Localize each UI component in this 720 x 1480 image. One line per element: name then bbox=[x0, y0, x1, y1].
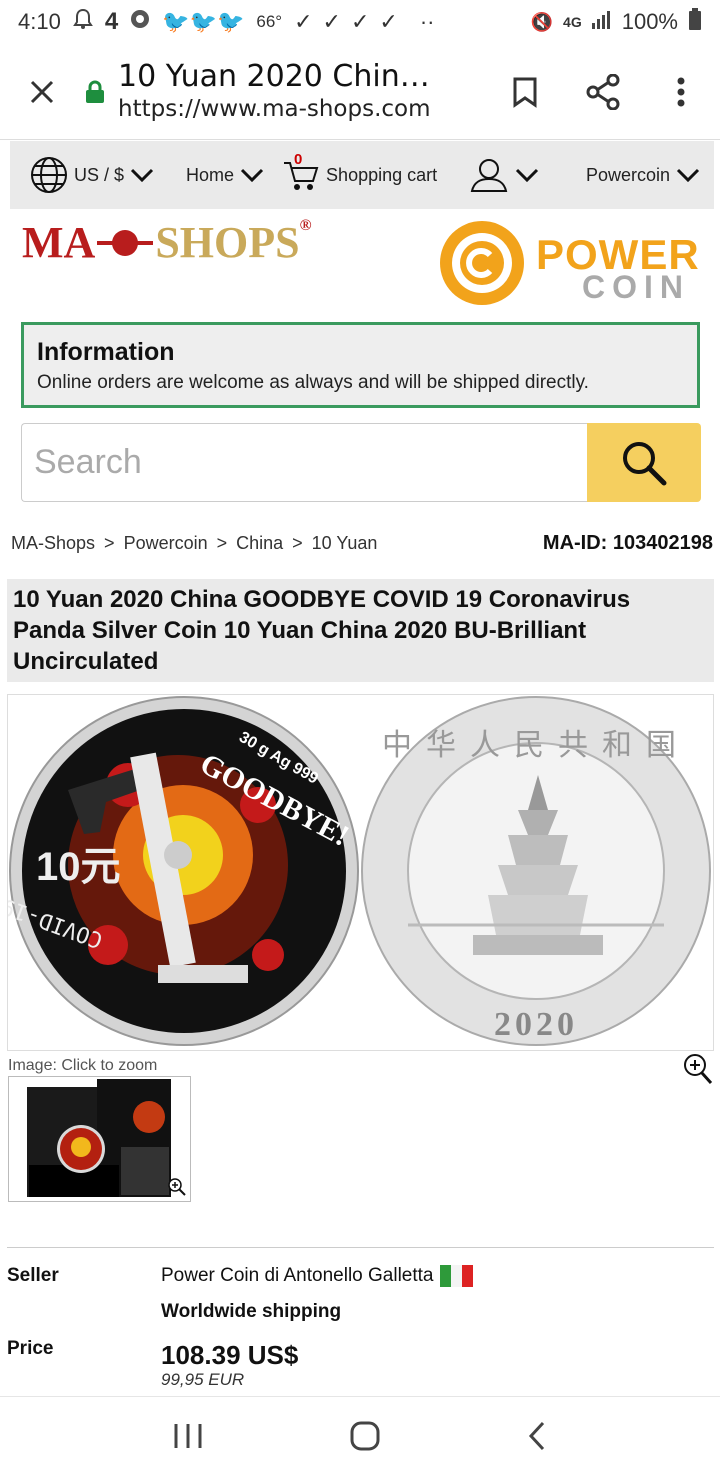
price-label: Price bbox=[7, 1338, 54, 1359]
home-menu[interactable]: Home bbox=[186, 165, 264, 186]
currency-label: US / $ bbox=[74, 164, 125, 185]
mute-icon: 🔇 bbox=[530, 11, 554, 32]
shopping-cart-link[interactable]: 0 Shopping cart bbox=[282, 151, 438, 193]
chrome-icon bbox=[130, 9, 150, 35]
breadcrumb-item[interactable]: Powercoin bbox=[124, 533, 208, 554]
price-usd: 108.39 US$ bbox=[161, 1340, 299, 1370]
home-label: Home bbox=[186, 164, 235, 185]
ma-shops-logo[interactable]: MA SHOPS ® bbox=[22, 217, 312, 268]
cart-label: Shopping cart bbox=[326, 164, 438, 185]
chevron-down-icon bbox=[240, 168, 264, 182]
product-image[interactable]: GOODBYE! 30 g Ag 999 10元 COVID-19 中华人民共和… bbox=[0, 694, 714, 1051]
search-bar bbox=[21, 423, 701, 502]
divider bbox=[7, 1247, 714, 1248]
globe-icon bbox=[31, 157, 67, 193]
price-row: Price 108.39 US$ 99,95 EUR bbox=[7, 1338, 714, 1394]
zoom-hint: Image: Click to zoom bbox=[8, 1057, 158, 1074]
shop-label: Powercoin bbox=[585, 164, 670, 185]
system-nav-bar bbox=[0, 1396, 720, 1480]
chevron-down-icon bbox=[516, 168, 539, 182]
currency-selector[interactable]: US / $ bbox=[30, 156, 154, 194]
status-bar: 4:10 4 🐦🐦🐦 66° ✓✓✓✓ ·· 🔇 4G 100% bbox=[0, 0, 720, 44]
breadcrumb-item[interactable]: MA-Shops bbox=[11, 533, 95, 554]
battery-icon bbox=[688, 8, 702, 36]
breadcrumb: MA-Shops > Powercoin > China > 10 Yuan MA-I… bbox=[11, 532, 713, 554]
twitter-icon: 🐦🐦🐦 bbox=[162, 9, 245, 34]
product-thumbnail[interactable] bbox=[8, 1076, 191, 1202]
browser-toolbar: 10 Yuan 2020 Chin… https://www.ma-shops.… bbox=[0, 44, 720, 140]
search-button[interactable] bbox=[587, 423, 701, 502]
zoom-in-icon bbox=[168, 1178, 186, 1196]
seller-name[interactable]: Power Coin di Antonello Galletta bbox=[161, 1265, 473, 1287]
battery-percent: 100% bbox=[621, 9, 678, 34]
chevron-down-icon bbox=[130, 168, 154, 182]
account-menu[interactable] bbox=[469, 157, 539, 193]
breadcrumb-item[interactable]: China bbox=[236, 533, 283, 554]
chevron-down-icon bbox=[676, 168, 700, 182]
site-nav: US / $ Home 0 Shopping cart Powercoin bbox=[10, 141, 714, 209]
seller-label: Seller bbox=[7, 1265, 59, 1286]
share-icon[interactable] bbox=[564, 73, 642, 110]
home-icon[interactable] bbox=[349, 1420, 381, 1457]
info-heading: Information bbox=[37, 338, 175, 366]
coin-obverse: GOODBYE! 30 g Ag 999 10元 COVID-19 bbox=[0, 696, 359, 1046]
back-icon[interactable] bbox=[527, 1420, 547, 1457]
info-box: Information Online orders are welcome as… bbox=[21, 322, 700, 408]
italy-flag-icon bbox=[439, 1265, 473, 1287]
page-url: https://www.ma-shops.com bbox=[118, 95, 431, 122]
more-dots-icon: ·· bbox=[419, 9, 435, 34]
breadcrumb-item[interactable]: 10 Yuan bbox=[312, 533, 378, 554]
shop-menu[interactable]: Powercoin bbox=[586, 165, 700, 186]
check-icons: ✓✓✓✓ bbox=[294, 9, 408, 34]
seller-row: Seller Power Coin di Antonello Galletta … bbox=[7, 1265, 714, 1325]
notification-4-icon: 4 bbox=[104, 8, 119, 35]
recent-apps-icon[interactable] bbox=[173, 1422, 203, 1455]
zoom-in-icon[interactable] bbox=[683, 1053, 713, 1090]
coin-value: 10元 bbox=[36, 845, 121, 889]
user-icon bbox=[470, 159, 508, 192]
bookmark-icon[interactable] bbox=[486, 76, 564, 108]
search-icon bbox=[623, 441, 667, 485]
url-area[interactable]: 10 Yuan 2020 Chin… https://www.ma-shops.… bbox=[118, 60, 486, 124]
coin-chinese-text: 中华人民共和国 bbox=[382, 728, 690, 763]
signal-icon bbox=[591, 9, 612, 35]
bell-icon bbox=[72, 8, 93, 36]
powercoin-mark-icon bbox=[440, 221, 524, 305]
product-title: 10 Yuan 2020 China GOODBYE COVID 19 Coro… bbox=[7, 579, 714, 682]
more-menu-icon[interactable] bbox=[642, 77, 720, 107]
lock-icon[interactable] bbox=[84, 80, 106, 104]
weather-temp: 66° bbox=[256, 12, 283, 31]
shipping-info: Worldwide shipping bbox=[161, 1301, 342, 1322]
logo-bar: MA SHOPS ® POWER COIN bbox=[0, 209, 720, 313]
close-icon[interactable] bbox=[0, 78, 84, 106]
powercoin-logo[interactable]: POWER COIN bbox=[436, 217, 704, 309]
search-input[interactable] bbox=[21, 423, 587, 502]
status-time: 4:10 bbox=[18, 9, 61, 34]
price-eur: 99,95 EUR bbox=[161, 1370, 245, 1389]
cart-count-badge: 0 bbox=[294, 151, 303, 168]
coin-year: 2020 bbox=[494, 1006, 578, 1043]
ma-id: MA-ID: 103402198 bbox=[542, 532, 713, 554]
page-title: 10 Yuan 2020 Chin… bbox=[118, 59, 430, 94]
coin-reverse: 中华人民共和国 2020 bbox=[361, 696, 711, 1046]
network-label: 4G bbox=[563, 14, 582, 30]
info-text: Online orders are welcome as always and … bbox=[37, 372, 589, 393]
